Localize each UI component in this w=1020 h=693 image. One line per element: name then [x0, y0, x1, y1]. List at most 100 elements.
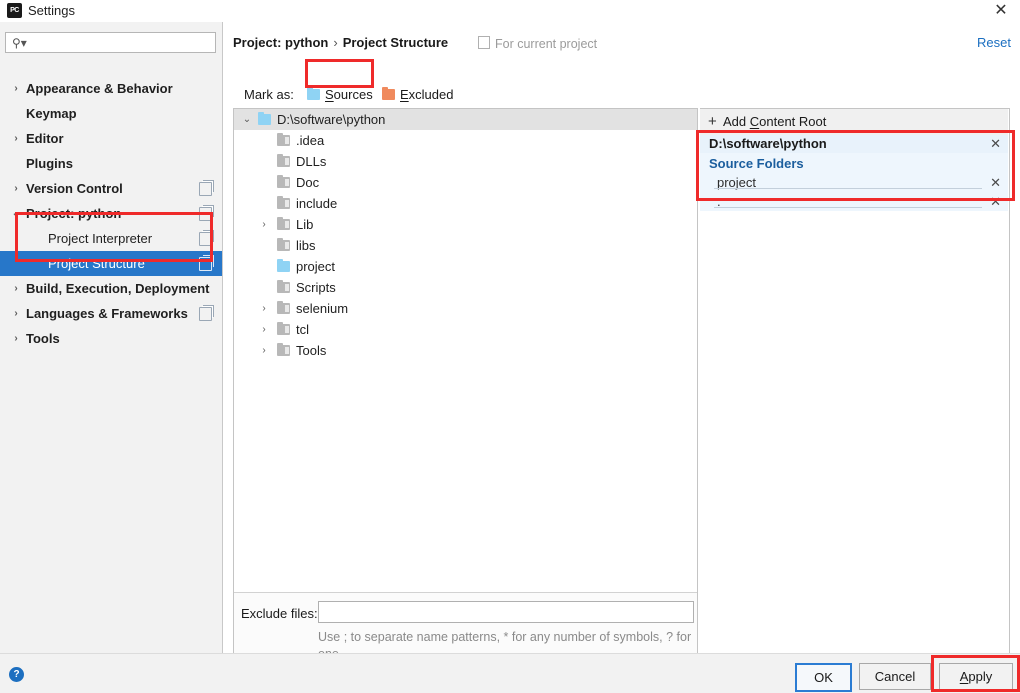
- sidebar-item-project-python[interactable]: ⌄ Project: python: [0, 201, 222, 226]
- folder-source-icon: [258, 112, 271, 125]
- folder-icon: [277, 280, 290, 293]
- file-tree-row[interactable]: include: [234, 193, 697, 214]
- chevron-right-icon[interactable]: ›: [258, 340, 270, 361]
- sidebar-item-label: Languages & Frameworks: [26, 306, 188, 321]
- chevron-right-icon[interactable]: ›: [11, 76, 21, 101]
- project-scope-icon: [478, 36, 490, 49]
- search-box[interactable]: ⚲▾: [5, 32, 216, 54]
- source-folder-name: project: [717, 175, 757, 190]
- cancel-button[interactable]: Cancel: [859, 663, 931, 690]
- sidebar-item-label: Project Interpreter: [48, 231, 153, 246]
- sidebar-item-version-control[interactable]: › Version Control: [0, 176, 222, 201]
- sidebar-item-plugins[interactable]: Plugins: [0, 151, 222, 176]
- reset-link[interactable]: Reset: [977, 35, 1011, 50]
- file-tree-row[interactable]: › Tools: [234, 340, 697, 361]
- folder-icon: [277, 133, 290, 146]
- remove-source-folder-icon[interactable]: ✕: [990, 192, 1001, 211]
- source-folder-row[interactable]: . ✕: [700, 192, 1008, 211]
- content-root-tree-panel: ⌄ D:\software\python .idea DLLs Doc include › L…: [233, 108, 698, 664]
- mark-sources-label: Sources: [325, 86, 373, 102]
- file-tree-label: project: [296, 259, 336, 274]
- chevron-right-icon[interactable]: ›: [258, 319, 270, 340]
- file-tree-row[interactable]: › tcl: [234, 319, 697, 340]
- breadcrumb-page: Project Structure: [342, 35, 449, 50]
- file-tree-row[interactable]: Doc: [234, 172, 697, 193]
- sidebar-item-label: Keymap: [26, 106, 77, 121]
- sidebar-item-project-interpreter[interactable]: Project Interpreter: [0, 226, 222, 251]
- exclude-files-input[interactable]: [318, 601, 694, 623]
- file-tree-label: Lib: [296, 217, 314, 232]
- file-tree-row[interactable]: .idea: [234, 130, 697, 151]
- chevron-down-icon[interactable]: ⌄: [11, 201, 21, 226]
- dialog-footer: ? OK Cancel Apply: [0, 653, 1020, 693]
- content-roots-panel: + Add Content Root D:\software\python ✕ …: [700, 108, 1010, 664]
- source-folder-row[interactable]: project ✕: [700, 173, 1008, 192]
- chevron-right-icon[interactable]: ›: [258, 298, 270, 319]
- window-title: Settings: [28, 3, 75, 18]
- apply-button[interactable]: Apply: [939, 663, 1013, 690]
- file-tree-row[interactable]: DLLs: [234, 151, 697, 172]
- copy-settings-icon[interactable]: [199, 257, 212, 271]
- file-tree-row[interactable]: project: [234, 256, 697, 277]
- chevron-right-icon[interactable]: ›: [258, 214, 270, 235]
- sidebar-item-editor[interactable]: › Editor: [0, 126, 222, 151]
- file-tree-row[interactable]: ⌄ D:\software\python: [234, 109, 697, 130]
- add-content-root-button[interactable]: + Add Content Root: [700, 109, 1008, 136]
- source-folder-underline: [714, 188, 982, 189]
- sidebar-item-label: Project: python: [26, 206, 122, 221]
- sidebar-item-appearance-behavior[interactable]: › Appearance & Behavior: [0, 76, 222, 101]
- file-tree-label: D:\software\python: [277, 112, 386, 127]
- chevron-down-icon[interactable]: ⌄: [241, 109, 253, 130]
- file-tree: ⌄ D:\software\python .idea DLLs Doc include › L…: [234, 109, 697, 593]
- folder-icon: [277, 238, 290, 251]
- sidebar-item-build-execution-deployment[interactable]: › Build, Execution, Deployment: [0, 276, 222, 301]
- file-tree-label: DLLs: [296, 154, 327, 169]
- file-tree-row[interactable]: › selenium: [234, 298, 697, 319]
- file-tree-label: Tools: [296, 343, 327, 358]
- exclude-hint-line1: Use ; to separate name patterns, * for a…: [318, 630, 663, 644]
- content-root-path: D:\software\python: [709, 136, 827, 151]
- file-tree-row[interactable]: › Lib: [234, 214, 697, 235]
- sidebar-item-project-structure[interactable]: Project Structure: [0, 251, 222, 276]
- mark-excluded-label: Excluded: [400, 86, 454, 102]
- chevron-right-icon[interactable]: ›: [11, 326, 21, 351]
- chevron-right-icon[interactable]: ›: [11, 126, 21, 151]
- copy-settings-icon[interactable]: [199, 232, 212, 246]
- file-tree-row[interactable]: libs: [234, 235, 697, 256]
- copy-settings-icon[interactable]: [199, 207, 212, 221]
- sidebar-item-keymap[interactable]: Keymap: [0, 101, 222, 126]
- sidebar-item-label: Version Control: [26, 181, 123, 196]
- copy-settings-icon[interactable]: [199, 182, 212, 196]
- remove-source-folder-icon[interactable]: ✕: [990, 173, 1001, 192]
- chevron-right-icon[interactable]: ›: [11, 301, 21, 326]
- title-bar: PC Settings ✕: [0, 0, 1020, 22]
- excluded-folder-icon: [382, 86, 395, 100]
- folder-icon: [277, 175, 290, 188]
- close-icon[interactable]: ✕: [992, 2, 1010, 20]
- source-folder-underline: [714, 207, 982, 208]
- copy-settings-icon[interactable]: [199, 307, 212, 321]
- breadcrumb-separator: ›: [333, 35, 338, 50]
- source-folders-title: Source Folders: [709, 156, 804, 171]
- folder-icon: [277, 322, 290, 335]
- main-content: Project: python › Project Structure For cu…: [223, 22, 1020, 664]
- chevron-right-icon[interactable]: ›: [11, 176, 21, 201]
- search-input[interactable]: [32, 33, 216, 54]
- help-icon[interactable]: ?: [9, 667, 24, 682]
- sidebar-item-languages-frameworks[interactable]: › Languages & Frameworks: [0, 301, 222, 326]
- file-tree-label: include: [296, 196, 338, 211]
- breadcrumb: Project: python › Project Structure: [233, 35, 448, 50]
- sidebar-item-label: Plugins: [26, 156, 73, 171]
- breadcrumb-project[interactable]: Project: python: [233, 35, 328, 50]
- chevron-right-icon[interactable]: ›: [11, 276, 21, 301]
- ok-button[interactable]: OK: [795, 663, 852, 692]
- mark-as-sources-button[interactable]: Sources: [307, 84, 373, 104]
- mark-as-excluded-button[interactable]: Excluded: [382, 84, 453, 104]
- sidebar-item-tools[interactable]: › Tools: [0, 326, 222, 351]
- file-tree-label: .idea: [296, 133, 325, 148]
- settings-sidebar: ⚲▾ › Appearance & Behavior Keymap › Editor Pl…: [0, 22, 223, 653]
- file-tree-row[interactable]: Scripts: [234, 277, 697, 298]
- sidebar-item-label: Tools: [26, 331, 60, 346]
- remove-content-root-icon[interactable]: ✕: [990, 135, 1001, 153]
- file-tree-label: Doc: [296, 175, 320, 190]
